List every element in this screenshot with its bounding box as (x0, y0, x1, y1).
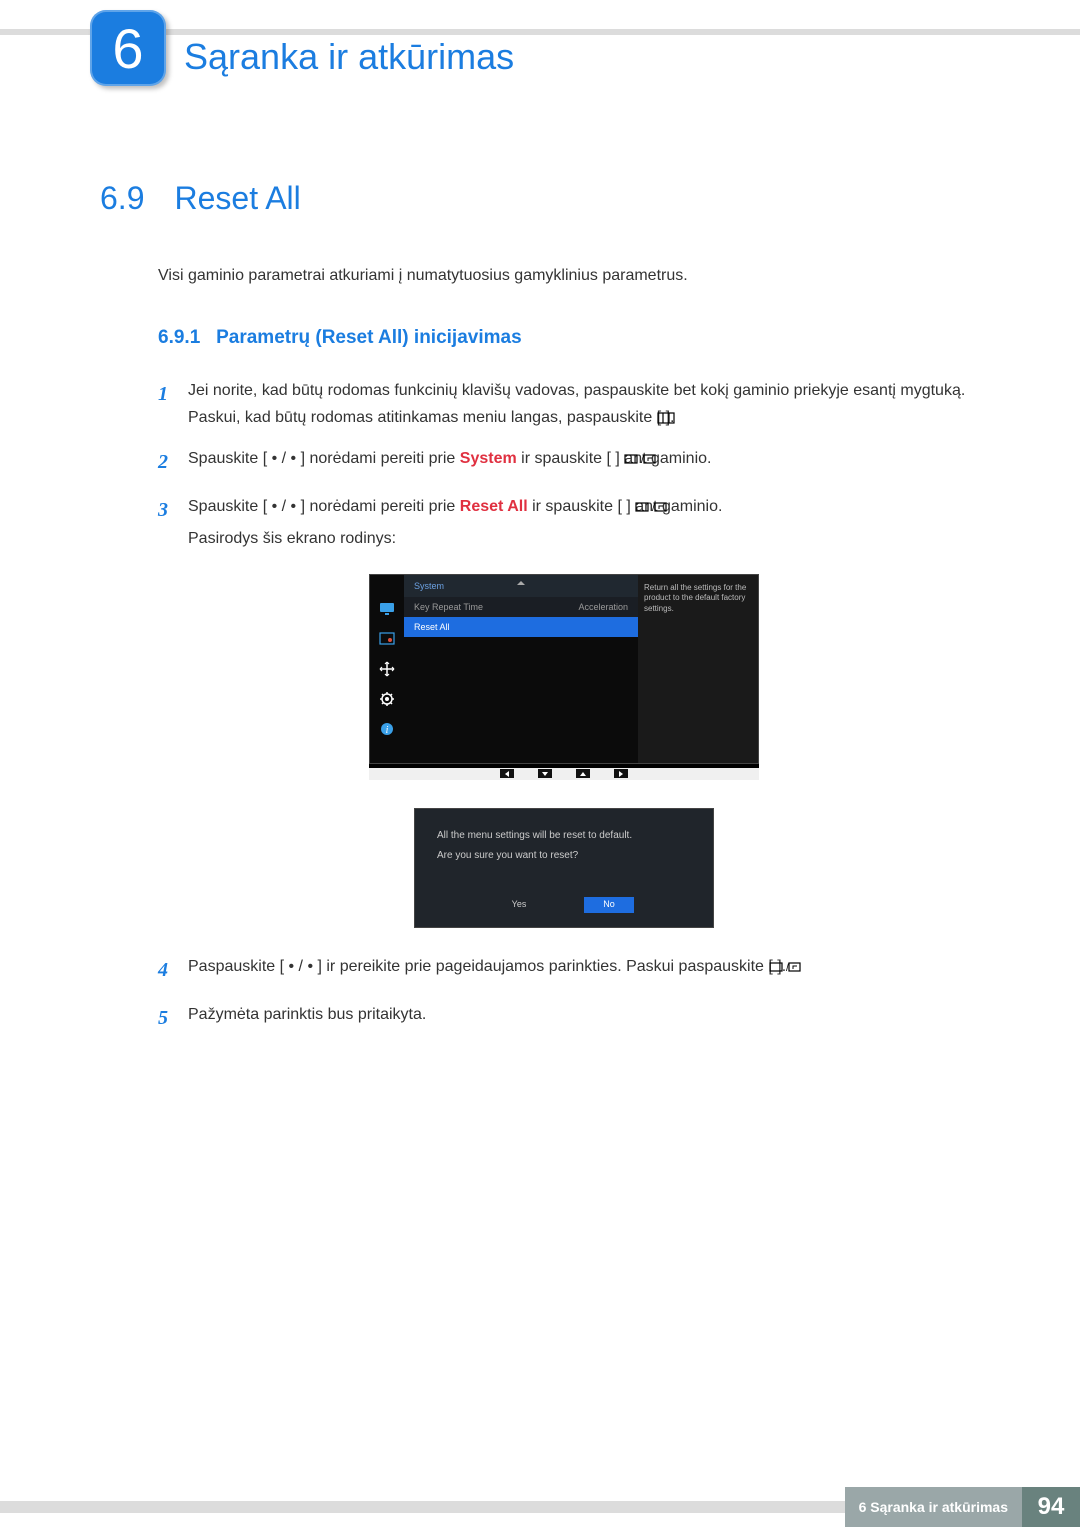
step-2-pre: Spauskite [ • / • ] norėdami pereiti pri… (188, 450, 460, 467)
osd-nav-controls (369, 764, 759, 780)
subsection-title: Parametrų (Reset All) inicijavimas (216, 327, 522, 348)
scroll-up-icon (517, 581, 525, 585)
picture-icon (375, 627, 399, 651)
osd-row-resetall: Reset All (404, 617, 638, 637)
dialog-line2: Are you sure you want to reset? (437, 849, 691, 863)
nav-left-icon (500, 769, 514, 778)
dialog-line1: All the menu settings will be reset to d… (437, 829, 691, 843)
step-3-post: ir spauskite [ ] ant gaminio. (528, 498, 723, 515)
chapter-number: 6 (112, 16, 143, 81)
select-enter-icon: / (635, 501, 667, 513)
subsection-number: 6.9.1 (158, 327, 200, 348)
osd-sidebar: i (370, 575, 404, 763)
menu-icon (657, 412, 675, 424)
select-enter-icon: / (624, 453, 656, 465)
chapter-title: Sąranka ir atkūrimas (184, 36, 514, 78)
osd-panel: System Key Repeat Time Acceleration Rese… (404, 575, 638, 763)
dialog-yes-button: Yes (494, 897, 544, 913)
step-1: 1 Jei norite, kad būtų rodomas funkcinių… (158, 377, 970, 431)
osd-panel-header: System (404, 575, 638, 597)
step-number: 3 (158, 493, 172, 555)
svg-text:i: i (386, 725, 389, 736)
keyword-system: System (460, 450, 517, 467)
size-icon (375, 657, 399, 681)
section-number: 6.9 (100, 180, 144, 217)
footer-label: 6 Sąranka ir atkūrimas (845, 1487, 1022, 1527)
step-number: 1 (158, 377, 172, 431)
dialog-no-button: No (584, 897, 634, 913)
select-enter-icon: / (769, 961, 801, 973)
chapter-badge: 6 (90, 10, 166, 86)
step-2: 2 Spauskite [ • / • ] norėdami pereiti p… (158, 445, 970, 479)
step-5: 5 Pažymėta parinktis bus pritaikyta. (158, 1001, 970, 1035)
step-number: 4 (158, 953, 172, 987)
step-3-tail: Pasirodys šis ekrano rodinys: (188, 525, 970, 552)
section-title: Reset All (174, 180, 300, 217)
intro-text: Visi gaminio parametrai atkuriami į numa… (158, 267, 970, 285)
nav-right-icon (614, 769, 628, 778)
page-footer: 6 Sąranka ir atkūrimas 94 (0, 1487, 1080, 1527)
osd-illustration: i System Key Repeat Time Acceleration Re… (158, 574, 970, 928)
step-5-text: Pažymėta parinktis bus pritaikyta. (188, 1001, 970, 1035)
nav-up-icon (576, 769, 590, 778)
osd-info-panel: Return all the settings for the product … (638, 575, 758, 763)
step-1-text: Jei norite, kad būtų rodomas funkcinių k… (188, 382, 965, 426)
step-3: 3 Spauskite [ • / • ] norėdami pereiti p… (158, 493, 970, 555)
keyword-resetall: Reset All (460, 498, 528, 515)
step-list: 1 Jei norite, kad būtų rodomas funkcinių… (158, 377, 970, 556)
step-number: 2 (158, 445, 172, 479)
step-4: 4 Paspauskite [ • / • ] ir pereikite pri… (158, 953, 970, 987)
osd-dialog: All the menu settings will be reset to d… (414, 808, 714, 928)
section-heading: 6.9 Reset All (100, 180, 970, 217)
step-list-cont: 4 Paspauskite [ • / • ] ir pereikite pri… (158, 953, 970, 1035)
step-number: 5 (158, 1001, 172, 1035)
osd-main-window: i System Key Repeat Time Acceleration Re… (369, 574, 759, 764)
page-number: 94 (1022, 1487, 1080, 1527)
footer-stripe (0, 1501, 845, 1513)
content-area: 6.9 Reset All Visi gaminio parametrai at… (100, 180, 970, 1049)
step-4-text: Paspauskite [ • / • ] ir pereikite prie … (188, 958, 786, 975)
step-3-pre: Spauskite [ • / • ] norėdami pereiti pri… (188, 498, 460, 515)
gear-icon (375, 687, 399, 711)
step-2-post: ir spauskite [ ] ant gaminio. (517, 450, 712, 467)
info-icon: i (375, 717, 399, 741)
subsection-heading: 6.9.1 Parametrų (Reset All) inicijavimas (158, 327, 970, 349)
osd-row-keyrepeat: Key Repeat Time Acceleration (404, 597, 638, 617)
monitor-icon (375, 597, 399, 621)
nav-down-icon (538, 769, 552, 778)
